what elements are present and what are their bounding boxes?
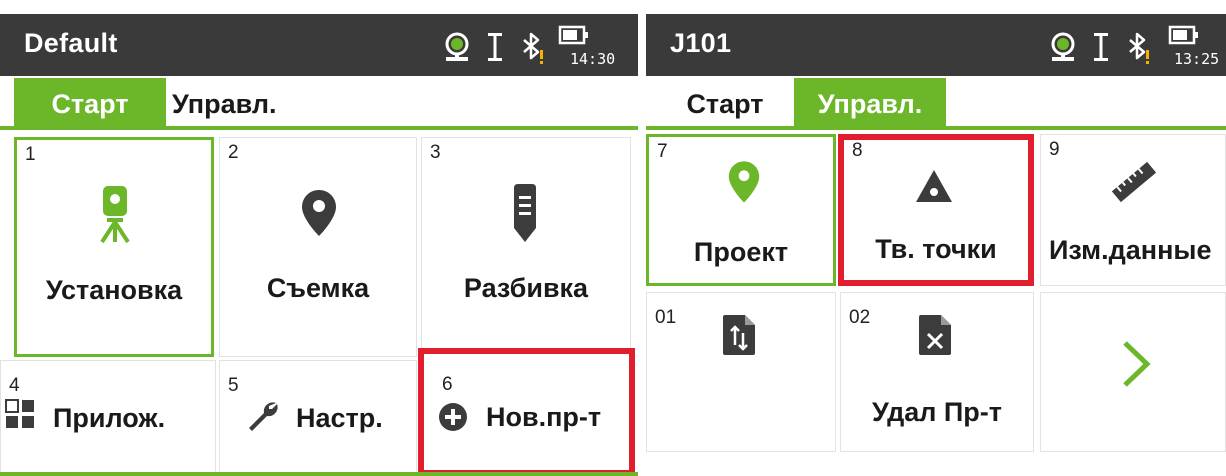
tile-label: Настр. (296, 403, 383, 433)
tile-label: Установка (45, 275, 183, 305)
tile-settings[interactable]: 5 Настр. (219, 360, 417, 476)
tab-start[interactable]: Старт (14, 78, 166, 128)
tile-label: Удал Пр-т (871, 397, 1003, 427)
chevron-right-icon (1121, 339, 1151, 394)
tab-bar: Старт Управл. (646, 78, 1226, 128)
tile-number: 2 (228, 142, 239, 163)
tile-label: Съемка (266, 273, 370, 303)
tab-underline (646, 126, 1226, 130)
tile-label: Разбивка (463, 273, 589, 303)
status-bar: J101 13:25 (646, 14, 1226, 76)
triangle-point-icon (914, 168, 954, 209)
tile-measured-data[interactable]: 9 Изм.данные (1040, 134, 1226, 286)
status-icons: 13:25 (1046, 25, 1226, 71)
tile-project[interactable]: 7 Проект (646, 134, 836, 286)
tile-apps[interactable]: 4 Прилож. (0, 360, 216, 476)
tile-number: 1 (25, 144, 36, 165)
tile-next-page[interactable] (1040, 292, 1226, 452)
right-screen: J101 13:25 Старт Управл. 7 Проект 8 Тв. … (646, 0, 1226, 476)
file-delete-icon (917, 313, 953, 362)
apps-grid-icon (5, 399, 35, 434)
job-title: J101 (670, 28, 732, 58)
tab-manage[interactable]: Управл. (794, 78, 946, 128)
text-cursor-icon[interactable] (1092, 30, 1110, 69)
tile-number: 5 (228, 375, 239, 396)
tab-manage[interactable]: Управл. (172, 78, 302, 128)
tile-number: 8 (852, 140, 863, 161)
plus-circle-icon (438, 402, 468, 437)
tile-number: 01 (655, 307, 677, 328)
tile-number: 7 (657, 141, 668, 162)
tile-number: 4 (9, 375, 20, 396)
tile-stakeout[interactable]: 3 Разбивка (421, 137, 631, 357)
prism-icon[interactable] (440, 30, 474, 69)
stakeout-marker-icon (512, 184, 538, 249)
clock-time: 13:25 (1174, 50, 1220, 68)
wrench-icon (246, 399, 280, 438)
tab-start[interactable]: Старт (660, 78, 790, 128)
job-title: Default (24, 28, 118, 58)
tile-delete-project[interactable]: 02 Удал Пр-т (840, 292, 1034, 452)
tile-number: 3 (430, 142, 441, 163)
tile-setup[interactable]: 1 Установка (14, 137, 214, 357)
tile-label: Нов.пр-т (486, 402, 602, 432)
tile-number: 9 (1049, 139, 1060, 160)
tile-label: Изм.данные (1049, 235, 1212, 265)
tab-underline (0, 126, 638, 130)
tile-number: 6 (442, 374, 453, 395)
clock-time: 14:30 (570, 50, 616, 68)
tile-data-transfer[interactable]: 01 (646, 292, 836, 452)
tile-label: Тв. точки (875, 234, 997, 264)
location-pin-icon (727, 159, 761, 210)
battery-icon[interactable] (558, 22, 590, 53)
tile-number: 02 (849, 307, 871, 328)
tile-new-project[interactable]: 6 Нов.пр-т (418, 348, 635, 476)
ruler-icon (1107, 155, 1161, 214)
tile-survey[interactable]: 2 Съемка (219, 137, 417, 357)
battery-icon[interactable] (1168, 22, 1200, 53)
location-pin-icon (300, 188, 338, 243)
tab-bar: Старт Управл. (0, 78, 638, 128)
tile-label: Проект (693, 237, 789, 267)
bluetooth-icon[interactable] (520, 30, 548, 71)
tripod-instrument-icon (97, 184, 133, 249)
left-screen: Default 14:30 Старт Управл. 1 Установка … (0, 0, 638, 476)
bluetooth-icon[interactable] (1126, 30, 1154, 71)
file-transfer-icon (721, 313, 757, 362)
status-icons: 14:30 (440, 25, 630, 71)
tile-control-points[interactable]: 8 Тв. точки (838, 134, 1034, 286)
text-cursor-icon[interactable] (486, 30, 504, 69)
prism-icon[interactable] (1046, 30, 1080, 69)
status-bar: Default 14:30 (0, 14, 638, 76)
tile-label: Прилож. (53, 403, 166, 433)
bottom-line (0, 472, 638, 476)
